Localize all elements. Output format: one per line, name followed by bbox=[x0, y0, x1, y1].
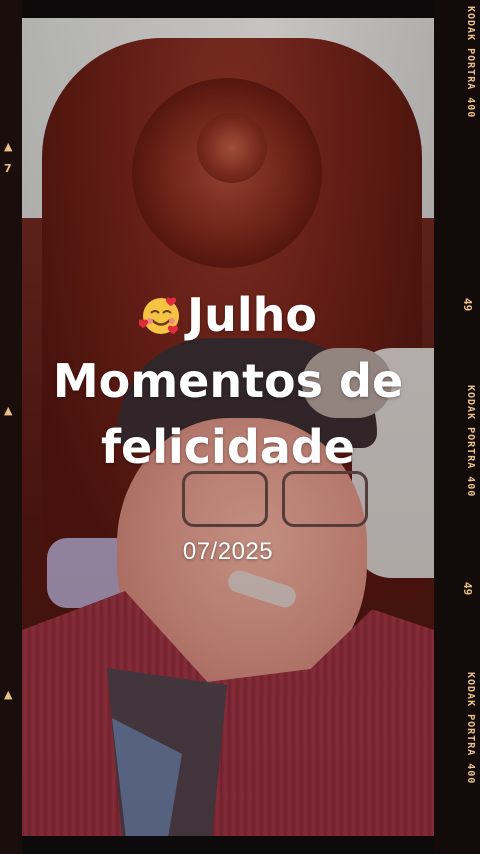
film-frame-number: 49 bbox=[461, 582, 474, 596]
date-label: 07/2025 bbox=[182, 538, 274, 565]
film-strip-left: ▲ 7 ▲ ▲ bbox=[0, 0, 22, 854]
film-frame-number: 49 bbox=[461, 298, 474, 312]
film-arrow-marker: ▲ bbox=[4, 404, 13, 417]
film-frame-number-left: 7 bbox=[4, 162, 12, 175]
film-arrow-marker: ▲ bbox=[4, 688, 13, 701]
smiling-face-with-hearts-icon bbox=[139, 297, 179, 334]
photo-frame: ▲ 7 ▲ ▲ KODAK PORTRA 400 49 KODAK PORTRA… bbox=[0, 0, 480, 854]
film-brand-label: KODAK PORTRA 400 bbox=[465, 6, 476, 119]
overlay-title: Julho Momentos de felicidade bbox=[22, 282, 434, 480]
title-line-3: felicidade bbox=[101, 420, 355, 474]
title-line-1: Julho bbox=[22, 282, 434, 348]
film-brand-label: KODAK PORTRA 400 bbox=[465, 385, 476, 498]
film-arrow-marker: ▲ bbox=[4, 140, 13, 153]
film-strip-right: KODAK PORTRA 400 49 KODAK PORTRA 400 49 … bbox=[434, 0, 480, 854]
film-brand-label: KODAK PORTRA 400 bbox=[465, 672, 476, 785]
title-line-2: Momentos de bbox=[52, 354, 404, 408]
title-month: Julho bbox=[187, 288, 317, 342]
